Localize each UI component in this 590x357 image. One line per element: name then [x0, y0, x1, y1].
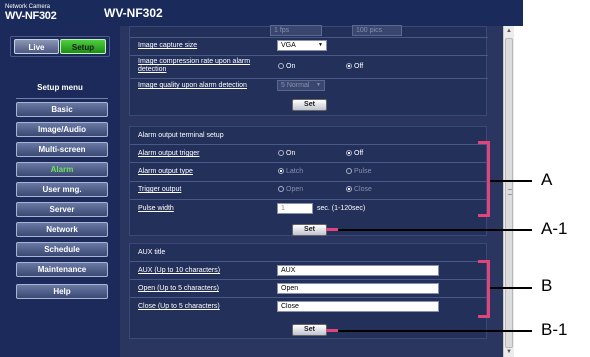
- live-button[interactable]: Live: [14, 39, 59, 54]
- row-divider: [130, 199, 488, 200]
- compression-label[interactable]: Image compression rate upon alarm detect…: [138, 58, 268, 74]
- alarm-type-label[interactable]: Alarm output type: [138, 168, 193, 176]
- output-open-radio[interactable]: Open: [278, 186, 303, 193]
- radio-selected-icon: [346, 150, 352, 156]
- aux-title-section: AUX title AUX (Up to 10 characters) Open…: [129, 243, 488, 339]
- chevron-down-icon: ▼: [316, 82, 321, 88]
- aux-set-button[interactable]: Set: [292, 324, 327, 336]
- sidebar-item-user-mng[interactable]: User mng.: [16, 182, 108, 197]
- row-divider: [130, 181, 488, 182]
- aux-label[interactable]: AUX (Up to 10 characters): [138, 267, 220, 275]
- callout-pointer-a1: [326, 228, 338, 231]
- pulse-width-label[interactable]: Pulse width: [138, 205, 174, 213]
- type-pulse-radio[interactable]: Pulse: [346, 168, 372, 175]
- output-close-radio[interactable]: Close: [346, 186, 372, 193]
- quality-select[interactable]: 5 Normal ▼: [277, 80, 325, 91]
- callout-label-a1: A-1: [541, 219, 568, 238]
- type-latch-radio[interactable]: Latch: [278, 168, 303, 175]
- header-model-title: WV-NF302: [104, 6, 163, 20]
- sidebar-item-schedule[interactable]: Schedule: [16, 242, 108, 257]
- pulse-width-unit: sec. (1-120sec): [317, 205, 366, 212]
- aux-title-heading: AUX title: [138, 249, 166, 256]
- sidebar-item-network[interactable]: Network: [16, 222, 108, 237]
- sidebar-item-basic[interactable]: Basic: [16, 102, 108, 117]
- compression-off-radio[interactable]: Off: [346, 63, 363, 70]
- capture-size-label[interactable]: Image capture size: [138, 42, 197, 50]
- close-label[interactable]: Close (Up to 5 characters): [138, 303, 220, 311]
- sidebar-item-help[interactable]: Help: [16, 284, 108, 299]
- sidebar-item-alarm[interactable]: Alarm: [16, 162, 108, 177]
- close-input[interactable]: [277, 301, 439, 312]
- radio-selected-icon: [278, 168, 284, 174]
- row-divider: [130, 297, 488, 298]
- top-bar: Network Camera WV-NF302 WV-NF302: [0, 0, 523, 26]
- pulse-width-input[interactable]: 1: [277, 203, 313, 214]
- callout-line-b1: [338, 330, 532, 332]
- grip-icon: [508, 189, 512, 195]
- open-label[interactable]: Open (Up to 5 characters): [138, 285, 219, 293]
- aux-input[interactable]: [277, 265, 439, 276]
- row-divider: [130, 162, 488, 163]
- compression-on-radio[interactable]: On: [278, 63, 295, 70]
- callout-label-b: B: [541, 276, 553, 295]
- quality-label[interactable]: Image quality upon alarm detection: [138, 82, 247, 90]
- scroll-up-icon[interactable]: ▲: [504, 26, 514, 36]
- trigger-on-radio[interactable]: On: [278, 150, 295, 157]
- radio-icon: [278, 63, 284, 69]
- callout-line-a: [490, 180, 532, 182]
- row-divider: [130, 78, 488, 79]
- callout-bracket-a: [478, 141, 490, 217]
- sidebar-item-maintenance[interactable]: Maintenance: [16, 262, 108, 277]
- row-divider: [130, 279, 488, 280]
- setup-button[interactable]: Setup: [60, 39, 106, 54]
- callout-bracket-b: [478, 260, 490, 318]
- row-divider: [130, 261, 488, 262]
- callout-label-a: A: [541, 170, 553, 189]
- open-input[interactable]: [277, 283, 439, 294]
- chevron-down-icon: ▼: [318, 42, 323, 48]
- radio-icon: [346, 168, 352, 174]
- frame-rate-select[interactable]: 1 fps: [270, 25, 322, 36]
- image-set-button[interactable]: Set: [292, 99, 327, 111]
- radio-icon: [278, 186, 284, 192]
- trigger-output-label[interactable]: Trigger output: [138, 186, 181, 194]
- radio-icon: [278, 150, 284, 156]
- capture-size-select[interactable]: VGA ▼: [277, 40, 327, 51]
- sidebar: Live Setup Setup menu Basic Image/Audio …: [0, 26, 120, 357]
- callout-line-b: [490, 287, 532, 289]
- callout-pointer-b1: [326, 329, 338, 332]
- menu-divider: [16, 98, 108, 99]
- image-section: 1 fps 100 pics Image capture size VGA ▼ …: [129, 25, 488, 116]
- vertical-scrollbar[interactable]: ▲ ▼: [503, 26, 514, 357]
- alarm-output-section: Alarm output terminal setup Alarm output…: [129, 126, 488, 236]
- scroll-down-icon[interactable]: ▼: [504, 347, 514, 357]
- setup-menu-heading: Setup menu: [37, 83, 83, 92]
- radio-selected-icon: [346, 186, 352, 192]
- pics-select[interactable]: 100 pics: [352, 25, 402, 36]
- sidebar-item-image-audio[interactable]: Image/Audio: [16, 122, 108, 137]
- alarm-output-set-button[interactable]: Set: [292, 224, 327, 236]
- callout-label-b1: B-1: [541, 320, 568, 339]
- scroll-thumb[interactable]: [505, 38, 513, 348]
- row-divider: [130, 55, 488, 56]
- radio-selected-icon: [346, 63, 352, 69]
- alarm-output-title: Alarm output terminal setup: [138, 132, 224, 139]
- trigger-off-radio[interactable]: Off: [346, 150, 363, 157]
- sidebar-item-multi-screen[interactable]: Multi-screen: [16, 142, 108, 157]
- callout-line-a1: [338, 229, 532, 231]
- alarm-trigger-label[interactable]: Alarm output trigger: [138, 150, 199, 158]
- brand-model: WV-NF302: [5, 10, 57, 22]
- sidebar-item-server[interactable]: Server: [16, 202, 108, 217]
- row-divider: [130, 144, 488, 145]
- row-divider: [130, 37, 488, 38]
